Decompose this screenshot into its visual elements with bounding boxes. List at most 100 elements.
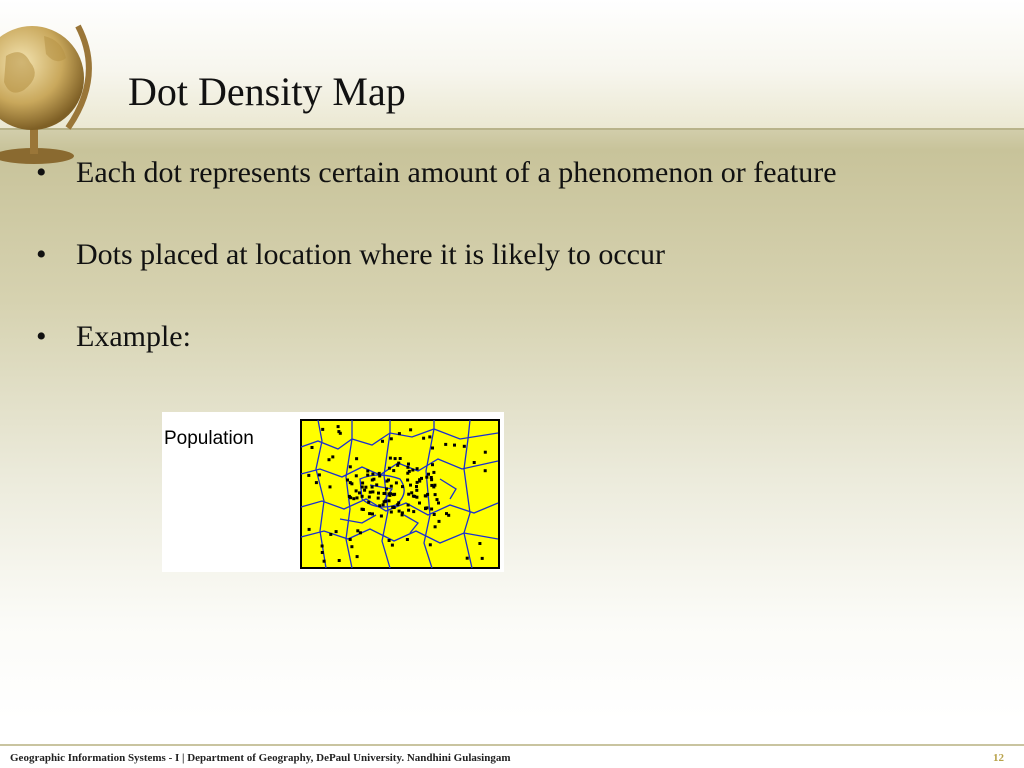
population-dot: [367, 500, 371, 504]
population-dot: [415, 480, 419, 484]
population-dot: [354, 474, 358, 478]
population-dot: [390, 543, 394, 547]
population-dot: [415, 488, 419, 492]
population-dot: [430, 507, 434, 511]
population-dot: [368, 490, 372, 494]
population-dot: [307, 473, 311, 477]
population-dot: [348, 538, 352, 541]
population-dot: [371, 472, 375, 476]
population-dot: [310, 446, 314, 449]
slide-title: Dot Density Map: [128, 69, 406, 114]
footer-text: Geographic Information Systems - I | Dep…: [10, 752, 511, 764]
population-dot: [435, 498, 439, 502]
population-dot: [422, 436, 426, 440]
population-dot: [406, 471, 410, 475]
population-dot: [389, 437, 393, 441]
bullet-list: Each dot represents certain amount of a …: [36, 152, 996, 357]
population-dot: [428, 543, 432, 547]
population-dot: [401, 485, 404, 489]
population-dot: [483, 469, 487, 473]
population-dot: [428, 435, 432, 439]
population-dot: [437, 519, 441, 523]
population-dot: [411, 468, 415, 472]
population-dot: [348, 465, 352, 469]
population-dot: [321, 427, 325, 431]
population-dot: [397, 509, 401, 513]
population-dot: [415, 495, 419, 499]
population-dot: [389, 484, 393, 488]
population-dot: [418, 478, 422, 482]
legend-label: Population: [164, 428, 254, 449]
population-dot: [361, 508, 365, 511]
population-dot: [366, 469, 370, 473]
population-dot: [360, 485, 364, 489]
population-dot: [478, 542, 482, 545]
population-dot: [347, 494, 351, 498]
population-dot: [382, 492, 386, 495]
population-dot: [355, 457, 359, 461]
population-dot: [465, 556, 469, 560]
population-dot: [331, 455, 335, 459]
population-dot: [392, 493, 395, 497]
population-dot: [472, 461, 476, 464]
population-dot: [462, 444, 466, 448]
population-dot: [432, 470, 436, 474]
population-dot: [433, 483, 437, 487]
population-dot: [382, 500, 386, 504]
population-dot: [483, 450, 487, 454]
population-dot: [407, 508, 411, 512]
population-dot: [352, 497, 356, 501]
bullet-item: Example:: [36, 316, 996, 357]
footer-rule: [0, 744, 1024, 746]
population-dot: [355, 496, 359, 500]
population-dot: [355, 555, 359, 559]
population-dot: [418, 501, 421, 505]
population-dot: [372, 477, 376, 481]
population-dot: [385, 487, 388, 491]
population-dot: [368, 512, 372, 516]
population-dot: [437, 501, 440, 505]
population-dot: [320, 544, 324, 548]
population-dot: [410, 491, 414, 495]
population-dot: [381, 503, 385, 507]
population-dot: [377, 491, 380, 495]
population-dot: [387, 466, 391, 470]
population-dot: [387, 478, 390, 482]
population-dot: [424, 506, 428, 510]
page-number: 12: [993, 752, 1004, 764]
population-dot: [371, 490, 375, 494]
population-dot: [307, 527, 311, 531]
population-dot: [400, 511, 404, 515]
population-dot: [415, 485, 418, 488]
map-background: [300, 419, 500, 569]
population-dot: [431, 446, 434, 450]
population-dot: [378, 474, 382, 478]
population-dot: [354, 489, 358, 493]
population-dot: [361, 481, 365, 485]
population-dot: [393, 457, 397, 461]
population-dot: [406, 503, 410, 507]
population-dot: [356, 529, 360, 533]
population-dot: [358, 531, 362, 535]
population-dot: [405, 538, 409, 541]
population-dot: [350, 545, 354, 549]
population-dot: [337, 430, 341, 434]
population-dot: [397, 432, 401, 436]
population-dot: [433, 493, 437, 497]
population-dot: [364, 485, 368, 489]
population-dot: [407, 462, 410, 466]
population-dot: [409, 483, 412, 487]
population-dot: [327, 458, 331, 462]
population-dot: [336, 425, 340, 429]
population-dot: [391, 505, 395, 509]
population-dot: [329, 532, 333, 536]
population-dot: [360, 494, 364, 498]
dot-density-map: [300, 419, 500, 569]
population-dot: [453, 443, 456, 447]
population-dot: [363, 488, 367, 492]
population-dot: [431, 463, 434, 467]
population-dot: [371, 512, 374, 516]
bullet-item: Dots placed at location where it is like…: [36, 234, 996, 275]
population-dot: [389, 492, 393, 496]
population-dot: [367, 495, 371, 499]
